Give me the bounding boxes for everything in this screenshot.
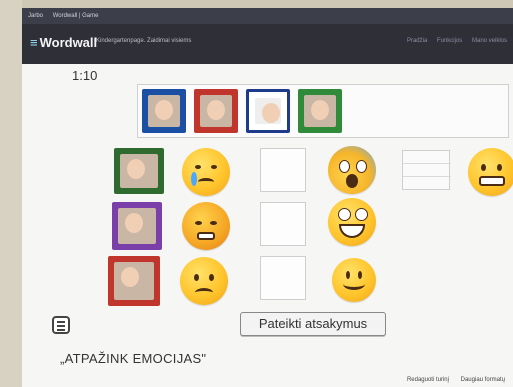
smiling-face-icon <box>332 258 376 302</box>
menu-button[interactable] <box>52 316 70 334</box>
drop-slot[interactable] <box>260 256 306 300</box>
drop-slot[interactable] <box>402 150 451 190</box>
edit-content-link[interactable]: Redaguoti turinį <box>407 377 449 383</box>
photo-edge-top <box>0 0 513 8</box>
row-photo <box>108 256 160 306</box>
browser-tab[interactable]: Jarbo <box>28 13 43 19</box>
drop-slot[interactable] <box>260 202 306 246</box>
angry-face-icon <box>182 202 230 250</box>
site-header: ≡ Wordwall Kindergartenpage. Zaidimai vis… <box>22 24 513 64</box>
breadcrumb: Kindergartenpage. Zaidimai visiems <box>96 38 192 44</box>
nav-features[interactable]: Funkcijos <box>437 38 462 44</box>
draggable-photo-card[interactable] <box>142 89 186 133</box>
answer-bank <box>137 84 509 138</box>
row-photo <box>112 202 162 250</box>
browser-tab[interactable]: Wordwall | Game <box>53 13 99 19</box>
sad-face-icon <box>180 257 228 305</box>
nav-home[interactable]: Pradžia <box>407 38 427 44</box>
photo-edge-left <box>0 0 22 387</box>
drop-slot[interactable] <box>260 148 306 192</box>
more-formats-link[interactable]: Daugiau formatų <box>461 377 505 383</box>
draggable-photo-card[interactable] <box>246 89 290 133</box>
browser-tab-bar: Jarbo Wordwall | Game <box>22 8 513 24</box>
submit-answers-button[interactable]: Pateikti atsakymus <box>240 312 386 336</box>
footer-actions: Redaguoti turinį Daugiau formatų <box>397 377 505 383</box>
draggable-photo-card[interactable] <box>194 89 238 133</box>
game-area: 1:10 Pateikti atsakymus „ATPAŽINK EMOCIJ… <box>22 64 513 387</box>
grimacing-face-icon <box>468 148 513 196</box>
activity-title: „ATPAŽINK EMOCIJAS" <box>60 351 207 366</box>
nav-my-activities[interactable]: Mano veiklos <box>472 38 507 44</box>
draggable-photo-card[interactable] <box>298 89 342 133</box>
game-timer: 1:10 <box>72 68 98 83</box>
laughing-face-icon <box>328 198 376 246</box>
crying-face-icon <box>182 148 230 196</box>
logo-mark-icon: ≡ <box>30 35 38 50</box>
screaming-face-icon <box>328 146 376 194</box>
top-nav: Pradžia Funkcijos Mano veiklos <box>399 38 507 44</box>
row-photo <box>114 148 164 194</box>
wordwall-logo[interactable]: ≡ Wordwall <box>30 35 97 50</box>
